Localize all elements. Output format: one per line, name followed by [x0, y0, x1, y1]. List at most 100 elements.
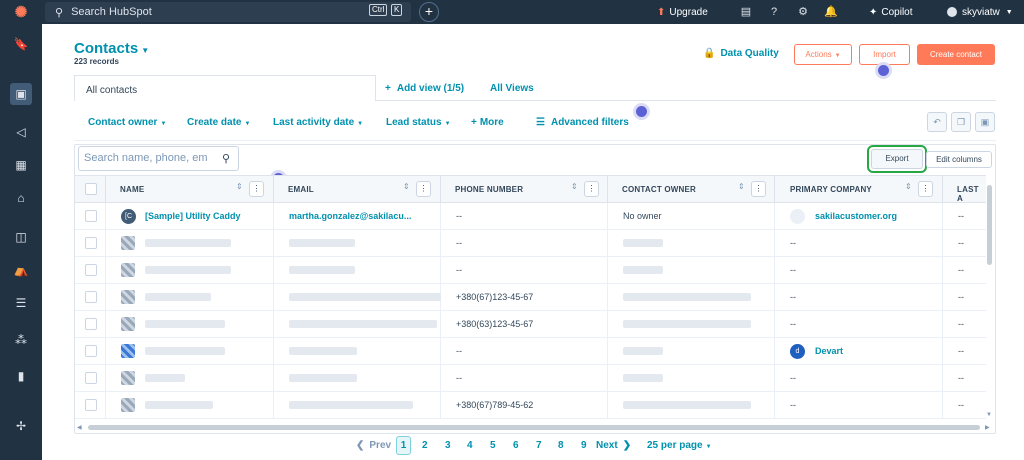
sort-icon[interactable]: ⇕	[236, 182, 243, 191]
automation-icon[interactable]: ⛺	[10, 259, 32, 281]
content-icon[interactable]: ▦	[10, 154, 32, 176]
workflows-icon[interactable]: ⁂	[10, 329, 32, 351]
account-menu[interactable]: skyviatw ▼	[947, 0, 1013, 24]
table-row[interactable]: -- +380(67)123-45-67 --	[75, 284, 986, 311]
notifications-bell-icon[interactable]: 🔔	[824, 5, 838, 19]
undo-icon[interactable]: ↶	[927, 112, 947, 132]
redacted-name[interactable]	[145, 266, 231, 274]
more-filters-button[interactable]: + More	[471, 117, 504, 128]
page-2-button[interactable]: 2	[422, 440, 428, 451]
row-checkbox[interactable]	[85, 264, 97, 276]
bookmarks-icon[interactable]: 🔖	[10, 33, 32, 55]
table-row[interactable]: -- +380(67)789-45-62 --	[75, 392, 986, 419]
advanced-filters-button[interactable]: ☰ Advanced filters	[536, 117, 629, 128]
create-date-filter[interactable]: Create date ▼	[187, 117, 250, 128]
redacted-email[interactable]	[289, 347, 357, 355]
import-button[interactable]: Import	[859, 44, 910, 65]
table-row[interactable]: -- -- --	[75, 365, 986, 392]
table-row[interactable]: [C [Sample] Utility Caddy martha.gonzalez@…	[75, 203, 986, 230]
row-checkbox[interactable]	[85, 237, 97, 249]
row-checkbox[interactable]	[85, 318, 97, 330]
page-9-button[interactable]: 9	[581, 440, 587, 451]
page-3-button[interactable]: 3	[445, 440, 451, 451]
reporting-chart-icon[interactable]: ▮	[10, 365, 32, 387]
table-row[interactable]: -- -- --	[75, 257, 986, 284]
edit-columns-button[interactable]: Edit columns	[926, 151, 992, 168]
scroll-down-arrow-icon[interactable]: ▼	[986, 412, 992, 418]
redacted-name[interactable]	[145, 293, 211, 301]
duplicate-view-icon[interactable]: ❐	[951, 112, 971, 132]
add-view-tab[interactable]: + Add view (1/5)	[385, 83, 464, 94]
column-menu-icon[interactable]: ⋮	[584, 181, 599, 197]
redacted-name[interactable]	[145, 401, 213, 409]
upgrade-link[interactable]: ⬆ Upgrade	[657, 0, 708, 24]
contact-owner-filter[interactable]: Contact owner ▼	[88, 117, 166, 128]
actions-dropdown-button[interactable]: Actions ▼	[794, 44, 852, 65]
onboarding-beacon[interactable]	[636, 106, 647, 117]
vertical-scrollbar[interactable]	[987, 185, 992, 265]
data-quality-link[interactable]: 🔒 Data Quality	[703, 48, 779, 59]
redacted-email[interactable]	[289, 293, 441, 301]
page-5-button[interactable]: 5	[490, 440, 496, 451]
marketplace-icon[interactable]: ▤	[739, 5, 753, 19]
redacted-email[interactable]	[289, 374, 357, 382]
row-checkbox[interactable]	[85, 210, 97, 222]
select-all-checkbox[interactable]	[85, 183, 97, 195]
prev-page-button[interactable]: ❮ Prev	[356, 440, 391, 451]
sort-icon[interactable]: ⇕	[738, 182, 745, 191]
table-row[interactable]: d Devart -- --	[75, 338, 986, 365]
row-checkbox[interactable]	[85, 399, 97, 411]
redacted-email[interactable]	[289, 266, 355, 274]
column-menu-icon[interactable]: ⋮	[249, 181, 264, 197]
column-header-company[interactable]: PRIMARY COMPANY	[790, 185, 872, 194]
expand-sidebar-icon[interactable]: ✢	[10, 415, 32, 437]
page-title[interactable]: Contacts ▼	[74, 40, 149, 57]
page-4-button[interactable]: 4	[467, 440, 473, 451]
help-icon[interactable]: ?	[767, 5, 781, 19]
table-row[interactable]: -- +380(63)123-45-67 --	[75, 311, 986, 338]
redacted-email[interactable]	[289, 320, 437, 328]
row-checkbox[interactable]	[85, 345, 97, 357]
redacted-name[interactable]	[145, 239, 231, 247]
table-row[interactable]: -- -- --	[75, 230, 986, 257]
onboarding-beacon[interactable]	[878, 65, 889, 76]
scroll-right-arrow-icon[interactable]: ▶	[985, 424, 990, 431]
column-menu-icon[interactable]: ⋮	[918, 181, 933, 197]
redacted-email[interactable]	[289, 239, 355, 247]
hubspot-logo-icon[interactable]: ✺	[0, 0, 42, 24]
page-1-button[interactable]: 1	[396, 436, 411, 455]
column-header-last-activity[interactable]: LAST A	[957, 185, 986, 203]
last-activity-filter[interactable]: Last activity date ▼	[273, 117, 363, 128]
table-search-input[interactable]: Search name, phone, em ⚲	[78, 146, 239, 171]
export-button[interactable]: Export	[871, 149, 923, 169]
service-icon[interactable]: ◫	[10, 226, 32, 248]
crm-contacts-icon[interactable]: ▣	[10, 83, 32, 105]
column-header-owner[interactable]: CONTACT OWNER	[622, 185, 696, 194]
data-database-icon[interactable]: ☰	[10, 292, 32, 314]
company-link[interactable]: sakilacustomer.org	[815, 211, 897, 221]
global-search-input[interactable]: ⚲ Search HubSpot	[45, 2, 411, 22]
page-6-button[interactable]: 6	[513, 440, 519, 451]
column-menu-icon[interactable]: ⋮	[751, 181, 766, 197]
redacted-email[interactable]	[289, 401, 413, 409]
sort-icon[interactable]: ⇕	[905, 182, 912, 191]
company-link[interactable]: Devart	[815, 346, 843, 356]
settings-gear-icon[interactable]: ⚙	[796, 5, 810, 19]
redacted-name[interactable]	[145, 374, 185, 382]
scroll-left-arrow-icon[interactable]: ◀	[77, 424, 82, 431]
page-7-button[interactable]: 7	[536, 440, 542, 451]
sort-icon[interactable]: ⇕	[571, 182, 578, 191]
marketing-megaphone-icon[interactable]: ◁	[10, 121, 32, 143]
tab-all-contacts[interactable]: All contacts	[74, 75, 376, 101]
create-new-button[interactable]: +	[419, 2, 439, 22]
horizontal-scrollbar[interactable]	[88, 425, 980, 430]
save-view-icon[interactable]: ▣	[975, 112, 995, 132]
row-checkbox[interactable]	[85, 291, 97, 303]
sort-icon[interactable]: ⇕	[403, 182, 410, 191]
row-checkbox[interactable]	[85, 372, 97, 384]
contact-name-link[interactable]: [Sample] Utility Caddy	[145, 211, 241, 221]
redacted-name[interactable]	[145, 320, 225, 328]
column-header-name[interactable]: NAME	[120, 185, 144, 194]
per-page-dropdown[interactable]: 25 per page ▼	[647, 440, 712, 451]
redacted-name[interactable]	[145, 347, 225, 355]
